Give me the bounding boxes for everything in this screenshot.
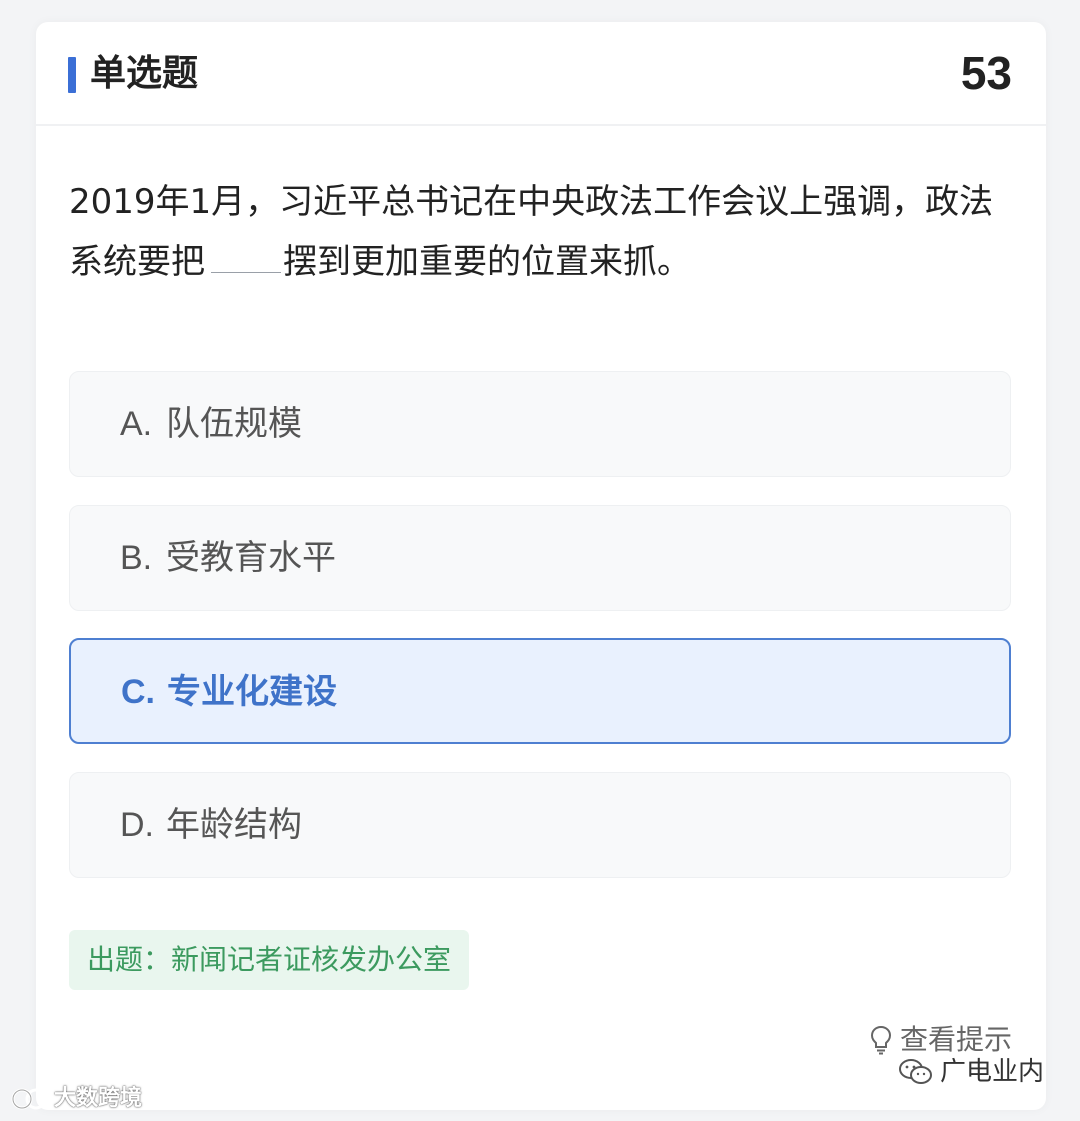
question-text: 2019年1月，习近平总书记在中央政法工作会议上强调，政法系统要把 摆到更加重要的… [69,172,1019,292]
option-text: 专业化建设 [167,672,337,712]
option-letter: A. [120,405,153,443]
option-c-selected[interactable]: C. 专业化建设 [69,638,1011,744]
question-number: 53 [960,47,1012,99]
wechat-icon [899,1059,932,1084]
source-badge: 出题：新闻记者证核发办公室 [69,930,470,990]
question-type-title: 单选题 [90,53,199,94]
option-text: 队伍规模 [166,404,302,444]
watermark-logo-icon [11,1088,47,1110]
option-letter: B. [120,539,153,577]
option-text: 年龄结构 [166,805,302,845]
watermark-left-text: 大数跨境 [54,1086,143,1111]
option-d[interactable]: D. 年龄结构 [69,772,1011,878]
option-b[interactable]: B. 受教育水平 [69,505,1011,611]
option-letter: C. [121,673,155,711]
question-text-after-blank: 摆到更加重要的位置来抓。 [283,242,691,282]
watermark-right: 广电业内 [898,1054,1044,1090]
question-card: 单选题 53 2019年1月，习近平总书记在中央政法工作会议上强调，政法系统要把… [36,22,1046,1110]
card-header: 单选题 53 [36,22,1046,126]
watermark-left: 大数跨境 [10,1084,142,1114]
option-text: 受教育水平 [166,538,336,578]
option-a[interactable]: A. 队伍规模 [69,371,1011,477]
option-letter: D. [120,806,154,844]
watermark-right-text: 广电业内 [940,1057,1045,1087]
lightbulb-icon [870,1025,891,1055]
header-accent-bar [68,57,76,93]
question-blank [211,236,281,273]
